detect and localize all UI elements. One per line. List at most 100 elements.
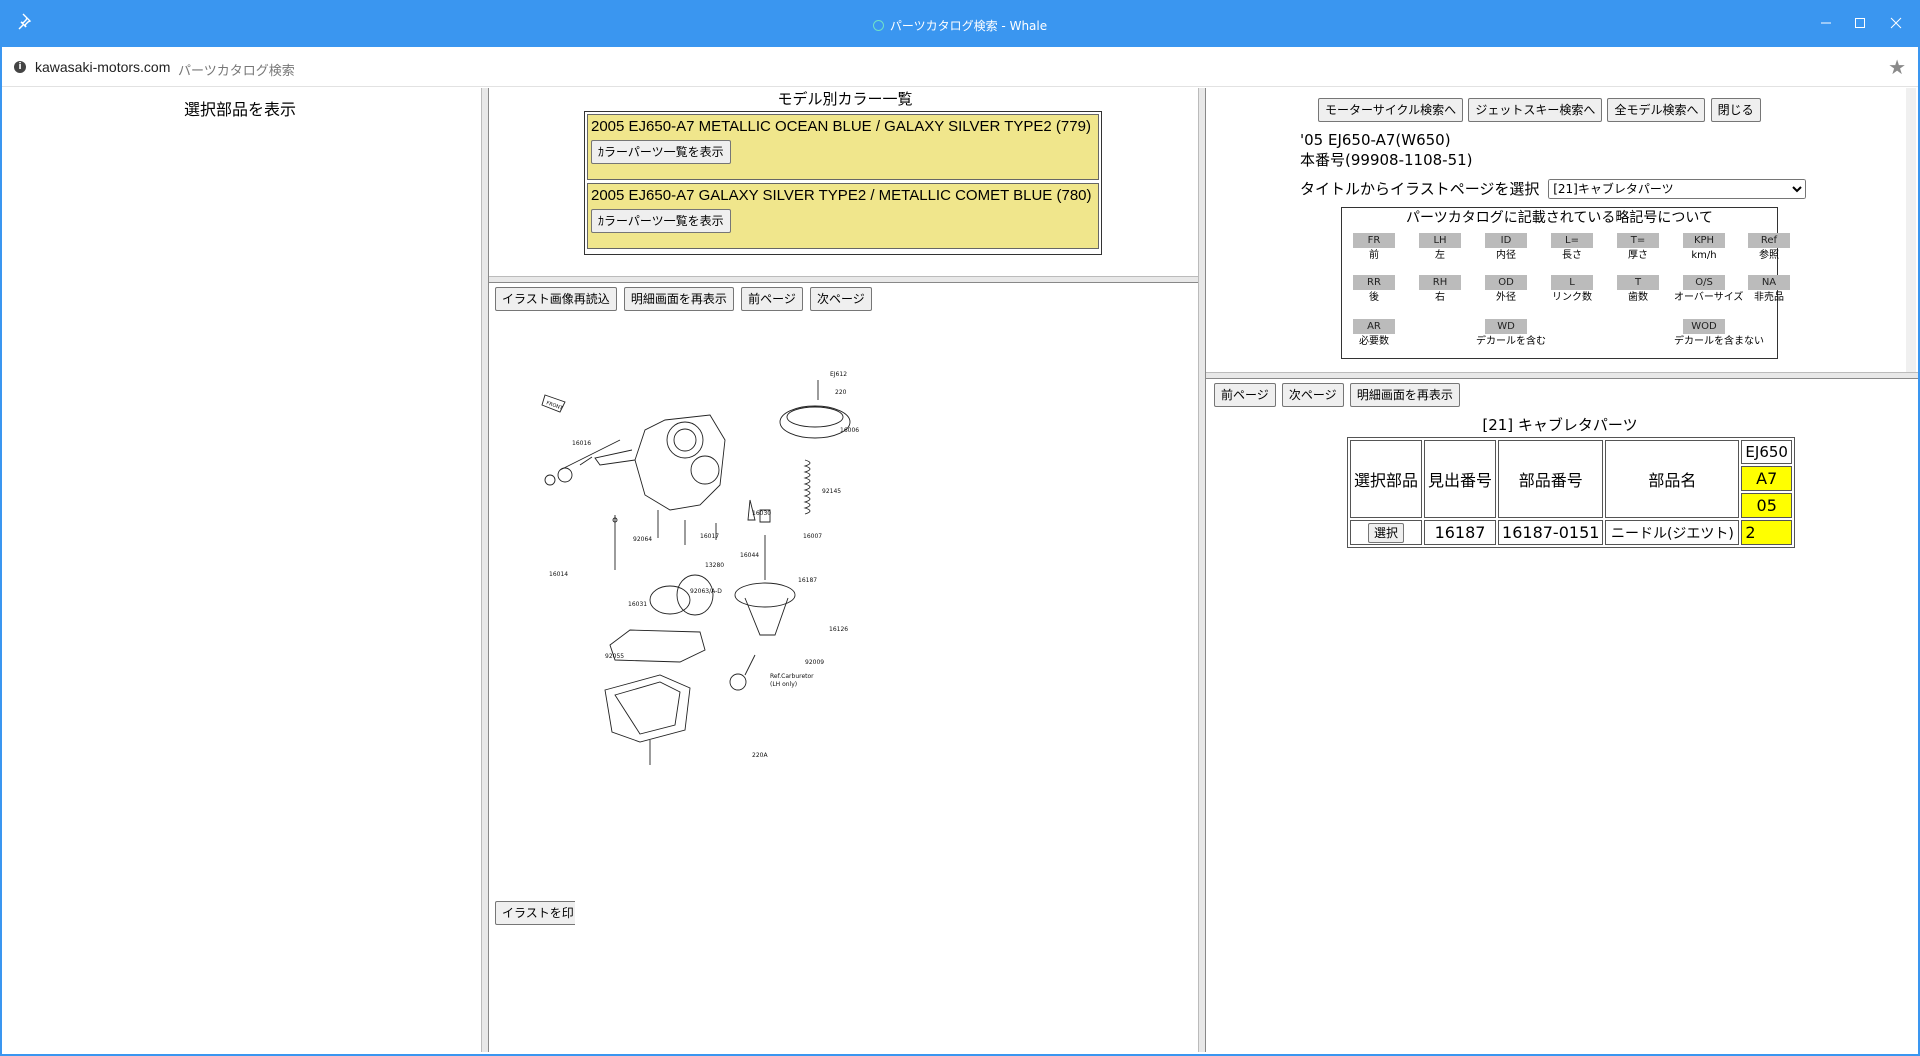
abbreviation-label: 内径	[1496, 250, 1516, 261]
abbreviation-item: L= 長さ	[1542, 232, 1602, 264]
address-bar: i kawasaki-motors.com パーツカタログ検索 ★	[2, 47, 1918, 87]
ref-label: Ref.Carburetor	[770, 673, 814, 680]
page-select-row: タイトルからイラストページを選択 [21]キャブレタパーツ	[1300, 178, 1807, 199]
abbreviations-box: パーツカタログに記載されている略記号について FR 前 LH 左 ID 内径 L= 長さ T= 厚…	[1341, 207, 1790, 359]
frame-divider-right[interactable]	[1198, 88, 1206, 1052]
part-label: 92063/A-D	[690, 588, 722, 595]
abbreviation-label: 後	[1369, 292, 1379, 303]
maximize-button[interactable]	[1842, 8, 1878, 38]
abbreviation-label: 外径	[1496, 292, 1516, 303]
abbreviation-code: L=	[1551, 233, 1593, 248]
abbreviation-code: ID	[1485, 233, 1527, 248]
next-page-button[interactable]: 次ページ	[809, 287, 872, 311]
address-domain[interactable]: kawasaki-motors.com	[35, 59, 170, 75]
part-label: 220A	[752, 752, 768, 759]
parts-title: [21] キャブレタパーツ	[1482, 416, 1638, 434]
nav-buttons: モーターサイクル検索へ ジェットスキー検索へ 全モデル検索へ 閉じる	[1318, 98, 1762, 122]
abbreviation-label: オーバーサイズ	[1674, 292, 1744, 303]
abbreviation-label: リンク数	[1552, 292, 1592, 303]
maximize-icon	[1855, 18, 1865, 28]
parts-redisplay-button[interactable]: 明細画面を再表示	[1349, 383, 1460, 407]
abbreviation-code: NA	[1748, 275, 1790, 290]
address-page-title: パーツカタログ検索	[178, 64, 295, 79]
frame-divider-middle[interactable]	[489, 276, 1198, 283]
parts-illustration[interactable]: EJ612 220 16006 16016 92145 16030 16007 …	[520, 370, 880, 820]
header-part-no: 部品番号	[1498, 440, 1604, 518]
abbreviation-code: T	[1617, 275, 1659, 290]
abbreviation-item: RR 後	[1344, 274, 1404, 306]
select-part-button[interactable]: 選択	[1368, 523, 1405, 543]
abbreviation-code: L	[1551, 275, 1593, 290]
abbreviation-item: ID 内径	[1476, 232, 1536, 264]
abbreviation-item: AR 必要数	[1344, 318, 1404, 350]
abbreviation-label: 参照	[1759, 250, 1779, 261]
abbreviation-code: KPH	[1683, 233, 1725, 248]
frame-divider-left[interactable]	[481, 88, 489, 1052]
abbreviation-code: Ref	[1748, 233, 1790, 248]
part-label: 16031	[628, 601, 647, 608]
parts-next-page-button[interactable]: 次ページ	[1281, 383, 1344, 407]
qty-cell: 2	[1741, 520, 1792, 545]
abbreviation-item: WOD デカールを含まない	[1674, 318, 1764, 350]
frame-divider-right-h[interactable]	[1206, 372, 1918, 379]
info-icon[interactable]: i	[14, 61, 26, 73]
page-select[interactable]: [21]キャブレタパーツ	[1548, 179, 1807, 199]
select-cell: 選択	[1350, 520, 1423, 545]
header-variant: A7	[1741, 465, 1792, 491]
part-label: 16007	[803, 533, 822, 540]
abbreviation-item: T= 厚さ	[1608, 232, 1668, 264]
prev-page-button[interactable]: 前ページ	[741, 287, 803, 311]
abbreviation-item: Ref 参照	[1739, 232, 1799, 264]
color-name: 2005 EJ650-A7 METALLIC OCEAN BLUE / GALA…	[591, 118, 1091, 135]
parts-toolbar: 前ページ 次ページ 明細画面を再表示	[1214, 383, 1462, 407]
scrollbar[interactable]	[1906, 88, 1916, 372]
part-label: 92055	[605, 653, 624, 660]
abbreviation-item: LH 左	[1410, 232, 1470, 264]
illustration-toolbar: イラスト画像再読込 明細画面を再表示 前ページ 次ページ	[495, 287, 875, 311]
close-window-button[interactable]	[1878, 8, 1914, 38]
part-no-cell: 16187-0151	[1498, 520, 1604, 545]
jetski-search-button[interactable]: ジェットスキー検索へ	[1468, 98, 1603, 122]
print-illustration-button[interactable]: イラストを印	[495, 901, 575, 925]
header-year: 05	[1741, 492, 1792, 518]
print-illustration-wrap: イラストを印	[495, 901, 575, 925]
show-color-parts-button[interactable]: ｶラーパーツ一覧を表示	[591, 140, 731, 164]
part-label: 16187	[798, 577, 817, 584]
abbreviation-label: 左	[1435, 250, 1445, 261]
model-info: '05 EJ650-A7(W650) 本番号(99908-1108-51)	[1300, 130, 1473, 170]
part-label: 16126	[829, 626, 848, 633]
abbreviation-label: 非売品	[1754, 292, 1784, 303]
abbreviation-item: T 歯数	[1608, 274, 1668, 306]
minimize-icon	[1821, 22, 1831, 24]
abbreviation-item: WD デカールを含む	[1476, 318, 1546, 350]
parts-prev-page-button[interactable]: 前ページ	[1214, 383, 1276, 407]
abbreviations-title: パーツカタログに記載されている略記号について	[1406, 210, 1713, 226]
show-color-parts-button[interactable]: ｶラーパーツ一覧を表示	[591, 209, 731, 233]
abbreviation-code: FR	[1353, 233, 1395, 248]
abbreviation-code: RH	[1419, 275, 1461, 290]
bookmark-star-icon[interactable]: ★	[1888, 55, 1906, 79]
part-label: 13280	[705, 562, 724, 569]
part-name-cell: ニードル(ジエツト)	[1605, 520, 1740, 545]
color-item: 2005 EJ650-A7 GALAXY SILVER TYPE2 / META…	[587, 183, 1099, 249]
all-model-search-button[interactable]: 全モデル検索へ	[1607, 98, 1706, 122]
close-button[interactable]: 閉じる	[1710, 98, 1761, 122]
selected-parts-title: 選択部品を表示	[183, 100, 296, 119]
part-label: 92064	[633, 536, 652, 543]
motorcycle-search-button[interactable]: モーターサイクル検索へ	[1318, 98, 1464, 122]
part-label: 92145	[822, 488, 841, 495]
abbreviation-item: FR 前	[1344, 232, 1404, 264]
redisplay-detail-button[interactable]: 明細画面を再表示	[623, 287, 734, 311]
abbreviation-label: 必要数	[1359, 336, 1389, 347]
loading-icon	[872, 20, 884, 31]
ref-label: (LH only)	[770, 681, 797, 688]
abbreviation-label: km/h	[1691, 250, 1717, 261]
part-label: 16030	[752, 510, 771, 517]
color-list: 2005 EJ650-A7 METALLIC OCEAN BLUE / GALA…	[584, 111, 1102, 255]
abbreviation-label: デカールを含む	[1476, 336, 1546, 347]
abbreviation-code: WOD	[1683, 319, 1725, 334]
abbreviations-grid: FR 前 LH 左 ID 内径 L= 長さ T= 厚さ KPH km/h Ref 参照 RR 後 RH 右 OD 外径…	[1342, 228, 1790, 358]
abbreviation-item: KPH km/h	[1674, 232, 1734, 264]
minimize-button[interactable]	[1808, 8, 1844, 38]
reload-illustration-button[interactable]: イラスト画像再読込	[495, 287, 617, 311]
